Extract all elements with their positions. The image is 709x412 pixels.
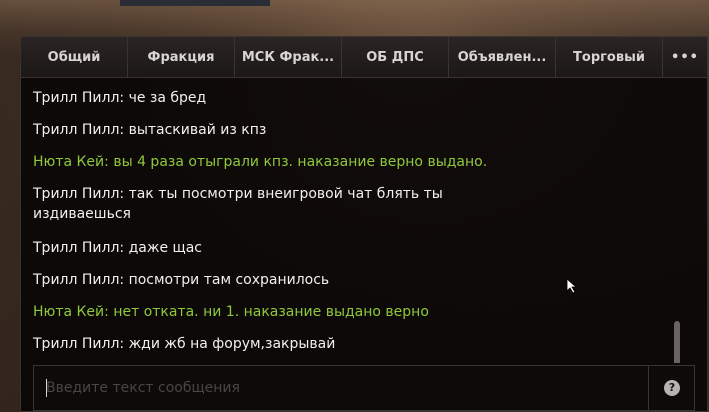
- text-caret: [46, 379, 47, 397]
- tab-faction[interactable]: Фракция: [128, 37, 235, 77]
- scrollbar-thumb[interactable]: [674, 321, 680, 363]
- tab-label: Объявлен...: [457, 49, 547, 65]
- chat-window: Общий Фракция МСК Фрак... ОБ ДПС Объявле…: [20, 36, 708, 412]
- message-input-row: ?: [33, 365, 695, 411]
- chat-message: Нюта Кей: вы 4 раза отыграли кпз. наказа…: [33, 154, 488, 170]
- more-tabs-button[interactable]: •••: [663, 37, 707, 77]
- chat-message: Трилл Пилл: вытаскивай из кпз: [33, 122, 267, 138]
- tab-label: ОБ ДПС: [366, 49, 424, 65]
- chat-message: Трилл Пилл: жди жб на форум,закрывай: [33, 336, 336, 352]
- chat-message: Трилл Пилл: так ты посмотри внеигровой ч…: [33, 186, 443, 222]
- tab-label: Общий: [47, 49, 101, 65]
- background-top-bar: [120, 0, 270, 6]
- tab-label: Торговый: [573, 49, 645, 65]
- tab-ob-dps[interactable]: ОБ ДПС: [342, 37, 449, 77]
- message-input[interactable]: [34, 366, 648, 410]
- question-circle-icon[interactable]: ?: [664, 380, 680, 396]
- message-list[interactable]: Трилл Пилл: че за бред Трилл Пилл: вытас…: [21, 78, 681, 363]
- ellipsis-icon: •••: [671, 49, 699, 65]
- mouse-pointer-icon: [566, 278, 578, 294]
- tab-label: Фракция: [147, 49, 215, 65]
- tab-msk-faction[interactable]: МСК Фрак...: [235, 37, 342, 77]
- chat-tabs: Общий Фракция МСК Фрак... ОБ ДПС Объявле…: [21, 37, 707, 78]
- chat-message: Трилл Пилл: че за бред: [33, 90, 207, 106]
- tab-label: МСК Фрак...: [241, 49, 335, 65]
- tab-general[interactable]: Общий: [21, 37, 128, 77]
- chat-message: Трилл Пилл: даже щас: [33, 240, 202, 256]
- chat-message: Трилл Пилл: посмотри там сохранилось: [33, 272, 330, 288]
- tab-announcements[interactable]: Объявлен...: [449, 37, 556, 77]
- input-divider: [648, 366, 649, 410]
- tab-trade[interactable]: Торговый: [556, 37, 663, 77]
- chat-message: Нюта Кей: нет отката. ни 1. наказание вы…: [33, 304, 429, 320]
